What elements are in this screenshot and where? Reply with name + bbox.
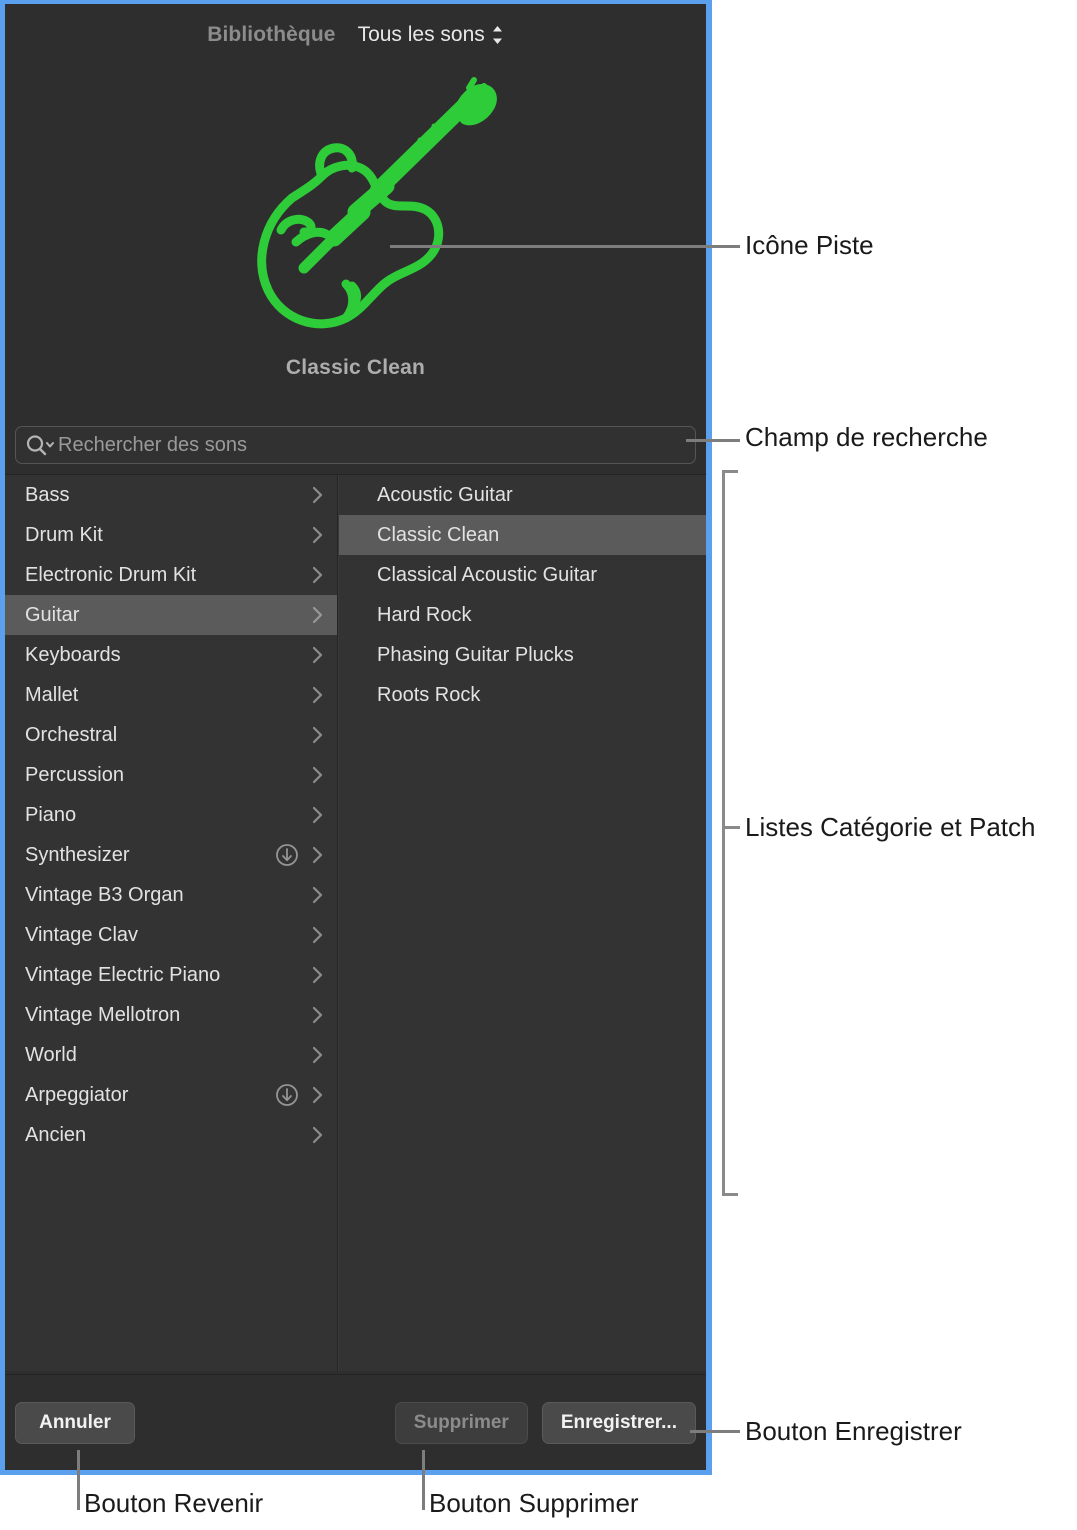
patch-list[interactable]: Acoustic Guitar Classic Clean Classical Ac…	[338, 475, 706, 1371]
annotation-delete-button: Bouton Supprimer	[429, 1488, 639, 1519]
category-row[interactable]: Vintage Electric Piano	[5, 955, 337, 995]
button-group-right: Supprimer Enregistrer...	[395, 1402, 696, 1444]
bracket-lists	[722, 470, 738, 1196]
category-row-label: Piano	[25, 804, 309, 827]
patch-row-label: Acoustic Guitar	[377, 484, 694, 507]
category-row[interactable]: Orchestral	[5, 715, 337, 755]
category-row-label: Vintage B3 Organ	[25, 884, 309, 907]
library-panel: Bibliothèque Tous les sons	[0, 0, 712, 1475]
category-row-label: Mallet	[25, 684, 309, 707]
category-row[interactable]: Vintage Clav	[5, 915, 337, 955]
category-row-label: Vintage Mellotron	[25, 1004, 309, 1027]
category-row-label: Percussion	[25, 764, 309, 787]
track-patch-caption: Classic Clean	[286, 356, 425, 380]
category-row-label: Guitar	[25, 604, 309, 627]
category-row-label: Vintage Clav	[25, 924, 309, 947]
chevron-right-icon[interactable]	[309, 964, 325, 986]
chevron-right-icon[interactable]	[309, 764, 325, 786]
category-row[interactable]: Keyboards	[5, 635, 337, 675]
patch-row-label: Classic Clean	[377, 524, 694, 547]
category-row-label: Keyboards	[25, 644, 309, 667]
download-icon[interactable]	[275, 843, 299, 867]
download-icon[interactable]	[275, 1083, 299, 1107]
category-row-label: Ancien	[25, 1124, 309, 1147]
patch-row-label: Classical Acoustic Guitar	[377, 564, 694, 587]
category-row[interactable]: Electronic Drum Kit	[5, 555, 337, 595]
chevron-right-icon[interactable]	[309, 924, 325, 946]
chevron-right-icon[interactable]	[309, 484, 325, 506]
search-icon[interactable]	[26, 434, 54, 456]
chevron-right-icon[interactable]	[309, 1044, 325, 1066]
category-row-label: World	[25, 1044, 309, 1067]
chevron-right-icon[interactable]	[309, 524, 325, 546]
category-row[interactable]: World	[5, 1035, 337, 1075]
chevron-right-icon[interactable]	[309, 1004, 325, 1026]
lists-area: Bass Drum Kit Electronic Drum Kit Guitar Key…	[5, 474, 706, 1371]
category-row[interactable]: Mallet	[5, 675, 337, 715]
category-row-label: Drum Kit	[25, 524, 309, 547]
delete-button[interactable]: Supprimer	[395, 1402, 528, 1444]
annotation-search-field: Champ de recherche	[745, 422, 988, 453]
track-icon-area: Classic Clean	[5, 66, 706, 416]
search-input[interactable]: Rechercher des sons	[58, 434, 247, 457]
patch-row[interactable]: Roots Rock	[339, 675, 706, 715]
category-row[interactable]: Vintage B3 Organ	[5, 875, 337, 915]
leader-track-icon	[390, 245, 740, 248]
category-row-label: Electronic Drum Kit	[25, 564, 309, 587]
leader-search-field	[686, 439, 740, 442]
chevron-right-icon[interactable]	[309, 684, 325, 706]
category-row-label: Vintage Electric Piano	[25, 964, 309, 987]
category-row[interactable]: Percussion	[5, 755, 337, 795]
patch-row-label: Phasing Guitar Plucks	[377, 644, 694, 667]
category-row[interactable]: Piano	[5, 795, 337, 835]
all-sounds-popup-label: Tous les sons	[358, 23, 485, 47]
category-row[interactable]: Vintage Mellotron	[5, 995, 337, 1035]
all-sounds-popup-button[interactable]: Tous les sons	[358, 23, 504, 47]
search-row: Rechercher des sons	[5, 416, 706, 474]
category-row-label: Bass	[25, 484, 309, 507]
patch-row[interactable]: Classical Acoustic Guitar	[339, 555, 706, 595]
leader-save-button	[690, 1430, 740, 1433]
button-bar: Annuler Supprimer Enregistrer...	[5, 1374, 706, 1470]
annotation-track-icon: Icône Piste	[745, 230, 874, 261]
category-row-label: Orchestral	[25, 724, 309, 747]
category-row[interactable]: Ancien	[5, 1115, 337, 1155]
chevron-right-icon[interactable]	[309, 564, 325, 586]
category-row[interactable]: Guitar	[5, 595, 337, 635]
chevron-right-icon[interactable]	[309, 844, 325, 866]
patch-row[interactable]: Acoustic Guitar	[339, 475, 706, 515]
category-row[interactable]: Bass	[5, 475, 337, 515]
category-row-label: Synthesizer	[25, 844, 275, 867]
search-field[interactable]: Rechercher des sons	[15, 426, 696, 464]
chevron-right-icon[interactable]	[309, 644, 325, 666]
leader-delete-button	[422, 1450, 425, 1510]
patch-row[interactable]: Phasing Guitar Plucks	[339, 635, 706, 675]
chevron-right-icon[interactable]	[309, 884, 325, 906]
bracket-lists-tick	[722, 826, 740, 829]
leader-revert-button	[77, 1450, 80, 1510]
category-row[interactable]: Drum Kit	[5, 515, 337, 555]
category-row[interactable]: Synthesizer	[5, 835, 337, 875]
chevron-right-icon[interactable]	[309, 724, 325, 746]
panel-header: Bibliothèque Tous les sons	[5, 4, 706, 66]
annotation-lists: Listes Catégorie et Patch	[745, 812, 1036, 843]
patch-row[interactable]: Hard Rock	[339, 595, 706, 635]
chevron-right-icon[interactable]	[309, 604, 325, 626]
annotation-revert-button: Bouton Revenir	[84, 1488, 263, 1519]
annotation-save-button: Bouton Enregistrer	[745, 1416, 962, 1447]
category-row-label: Arpeggiator	[25, 1084, 275, 1107]
page-title: Bibliothèque	[207, 23, 335, 47]
up-down-chevron-icon	[491, 24, 504, 46]
revert-button[interactable]: Annuler	[15, 1402, 135, 1444]
chevron-right-icon[interactable]	[309, 1084, 325, 1106]
patch-row-label: Hard Rock	[377, 604, 694, 627]
patch-row-label: Roots Rock	[377, 684, 694, 707]
category-row[interactable]: Arpeggiator	[5, 1075, 337, 1115]
category-list[interactable]: Bass Drum Kit Electronic Drum Kit Guitar Key…	[5, 475, 338, 1371]
patch-row[interactable]: Classic Clean	[339, 515, 706, 555]
electric-guitar-icon	[206, 70, 506, 350]
chevron-right-icon[interactable]	[309, 1124, 325, 1146]
chevron-right-icon[interactable]	[309, 804, 325, 826]
save-button[interactable]: Enregistrer...	[542, 1402, 696, 1444]
